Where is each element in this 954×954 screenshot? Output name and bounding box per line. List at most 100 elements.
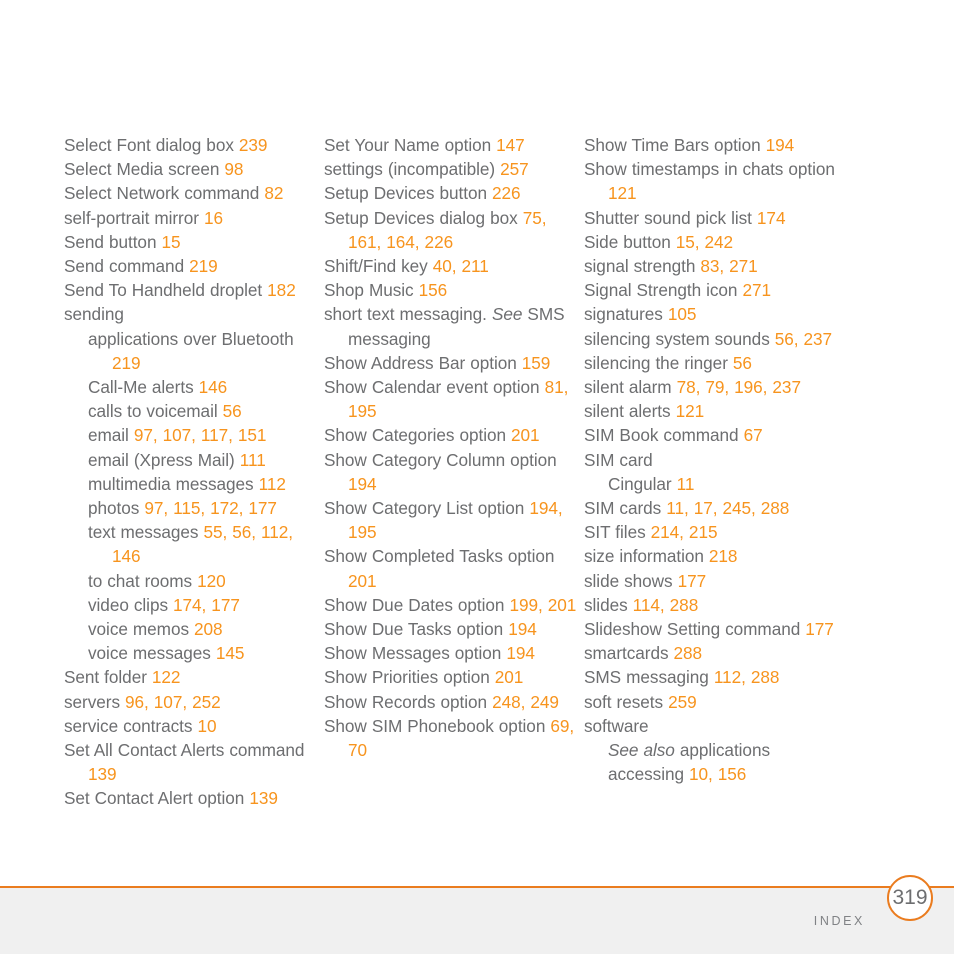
entry-text: silent alarm bbox=[584, 377, 677, 398]
entry-text: self-portrait mirror bbox=[64, 207, 204, 228]
index-entry: SIM cards 11, 17, 245, 288 bbox=[584, 496, 842, 520]
page-reference: 139 bbox=[249, 788, 278, 809]
index-entry: SIM Book command 67 bbox=[584, 423, 842, 447]
index-entry: silent alarm 78, 79, 196, 237 bbox=[584, 375, 842, 399]
entry-text: Shop Music bbox=[324, 280, 419, 301]
entry-text: Shutter sound pick list bbox=[584, 207, 757, 228]
page-reference: 67 bbox=[743, 425, 763, 446]
entry-text: silencing the ringer bbox=[584, 352, 733, 373]
entry-text: software bbox=[584, 715, 649, 736]
page-reference: 56, 237 bbox=[774, 328, 833, 349]
cross-reference: See bbox=[491, 304, 523, 325]
entry-text: service contracts bbox=[64, 715, 198, 736]
page-number-badge: 319 bbox=[887, 875, 933, 921]
entry-text: photos bbox=[88, 498, 145, 519]
entry-text: voice messages bbox=[88, 643, 216, 664]
index-entry: Set All Contact Alerts command 139 bbox=[64, 738, 322, 786]
index-entry: Shutter sound pick list 174 bbox=[584, 206, 842, 230]
entry-text: text messages bbox=[88, 522, 204, 543]
entry-text: sending bbox=[64, 304, 124, 325]
index-entry: Call-Me alerts 146 bbox=[64, 375, 322, 399]
entry-text: SIM card bbox=[584, 449, 653, 470]
page-reference: 248, 249 bbox=[492, 691, 559, 712]
index-entry: calls to voicemail 56 bbox=[64, 399, 322, 423]
page-reference: 139 bbox=[88, 764, 117, 785]
index-entry: Setup Devices button 226 bbox=[324, 181, 582, 205]
index-entry: Show SIM Phonebook option 69, 70 bbox=[324, 714, 582, 762]
footer-inner: INDEX 319 bbox=[814, 875, 954, 954]
index-entry: Show Calendar event option 81, 195 bbox=[324, 375, 582, 423]
index-entry: Shop Music 156 bbox=[324, 278, 582, 302]
index-entry: short text messaging. See SMS messaging bbox=[324, 302, 582, 350]
entry-text: Show Category Column option bbox=[324, 449, 557, 470]
page-reference: 145 bbox=[215, 643, 245, 664]
page-reference: 10 bbox=[197, 715, 217, 736]
page-reference: 97, 115, 172, 177 bbox=[144, 498, 277, 519]
page-reference: 11 bbox=[676, 473, 695, 494]
index-entry: Send command 219 bbox=[64, 254, 322, 278]
index-entry: applications over Bluetooth 219 bbox=[64, 327, 322, 375]
page-reference: 226 bbox=[492, 183, 521, 204]
page-reference: 16 bbox=[203, 207, 223, 228]
entry-text: Sent folder bbox=[64, 667, 152, 688]
index-entry: Select Media screen 98 bbox=[64, 157, 322, 181]
page-reference: 194 bbox=[506, 643, 535, 664]
index-entry: sending bbox=[64, 302, 322, 326]
page-reference: 257 bbox=[500, 159, 529, 180]
index-entry: Send button 15 bbox=[64, 230, 322, 254]
entry-text: Show timestamps in chats option bbox=[584, 159, 835, 180]
index-entry: Set Your Name option 147 bbox=[324, 133, 582, 157]
page-reference: 194 bbox=[508, 619, 537, 640]
index-entry: Show Time Bars option 194 bbox=[584, 133, 842, 157]
index-column-1: Select Font dialog box 239 Select Media s… bbox=[64, 133, 322, 811]
entry-text: SIM Book command bbox=[584, 425, 744, 446]
index-page: Select Font dialog box 239 Select Media s… bbox=[0, 0, 954, 886]
entry-text: Cingular bbox=[608, 473, 677, 494]
index-entry: Show Due Tasks option 194 bbox=[324, 617, 582, 641]
page-reference: 208 bbox=[194, 619, 223, 640]
index-entry: settings (incompatible) 257 bbox=[324, 157, 582, 181]
page-reference: 112, 288 bbox=[713, 667, 780, 688]
index-entry: smartcards 288 bbox=[584, 641, 842, 665]
page-reference: 194 bbox=[348, 473, 377, 494]
page-reference: 10, 156 bbox=[689, 764, 747, 785]
page-reference: 56 bbox=[732, 352, 752, 373]
index-entry: size information 218 bbox=[584, 544, 842, 568]
index-column-2: Set Your Name option 147 settings (incomp… bbox=[324, 133, 582, 762]
entry-text: Slideshow Setting command bbox=[584, 619, 806, 640]
entry-text: Show Completed Tasks option bbox=[324, 546, 555, 567]
page-reference: 177 bbox=[677, 570, 707, 591]
entry-text: Send button bbox=[64, 231, 162, 252]
page-reference: 201 bbox=[348, 570, 377, 591]
entry-text: settings (incompatible) bbox=[324, 159, 501, 180]
index-entry: SIM card bbox=[584, 448, 842, 472]
entry-text: Setup Devices dialog box bbox=[324, 207, 523, 228]
entry-text: Show Category List option bbox=[324, 498, 530, 519]
page-reference: 111 bbox=[239, 449, 266, 470]
entry-text: Show Due Dates option bbox=[324, 594, 510, 615]
page-reference: 174 bbox=[756, 207, 786, 228]
entry-text: Show Records option bbox=[324, 691, 493, 712]
index-entry: Show Address Bar option 159 bbox=[324, 351, 582, 375]
entry-text: Show Priorities option bbox=[324, 667, 495, 688]
index-entry: silent alerts 121 bbox=[584, 399, 842, 423]
entry-text: Signal Strength icon bbox=[584, 280, 743, 301]
page-reference: 114, 288 bbox=[632, 594, 699, 615]
entry-text: Select Media screen bbox=[64, 159, 225, 180]
index-entry: to chat rooms 120 bbox=[64, 569, 322, 593]
index-entry: accessing 10, 156 bbox=[584, 762, 842, 786]
entry-text: applications bbox=[674, 740, 770, 761]
entry-text: SMS messaging bbox=[584, 667, 714, 688]
entry-text: Shift/Find key bbox=[324, 256, 433, 277]
index-entry: Send To Handheld droplet 182 bbox=[64, 278, 322, 302]
entry-text: silencing system sounds bbox=[584, 328, 775, 349]
index-entry: Show Categories option 201 bbox=[324, 423, 582, 447]
page-reference: 259 bbox=[668, 691, 697, 712]
page-reference: 218 bbox=[708, 546, 738, 567]
page-reference: 82 bbox=[264, 183, 284, 204]
page-reference: 174, 177 bbox=[173, 594, 240, 615]
entry-text: Show Due Tasks option bbox=[324, 619, 509, 640]
index-entry: Show Records option 248, 249 bbox=[324, 690, 582, 714]
index-column-3: Show Time Bars option 194 Show timestamps… bbox=[584, 133, 842, 786]
page-reference: 199, 201 bbox=[509, 594, 577, 615]
